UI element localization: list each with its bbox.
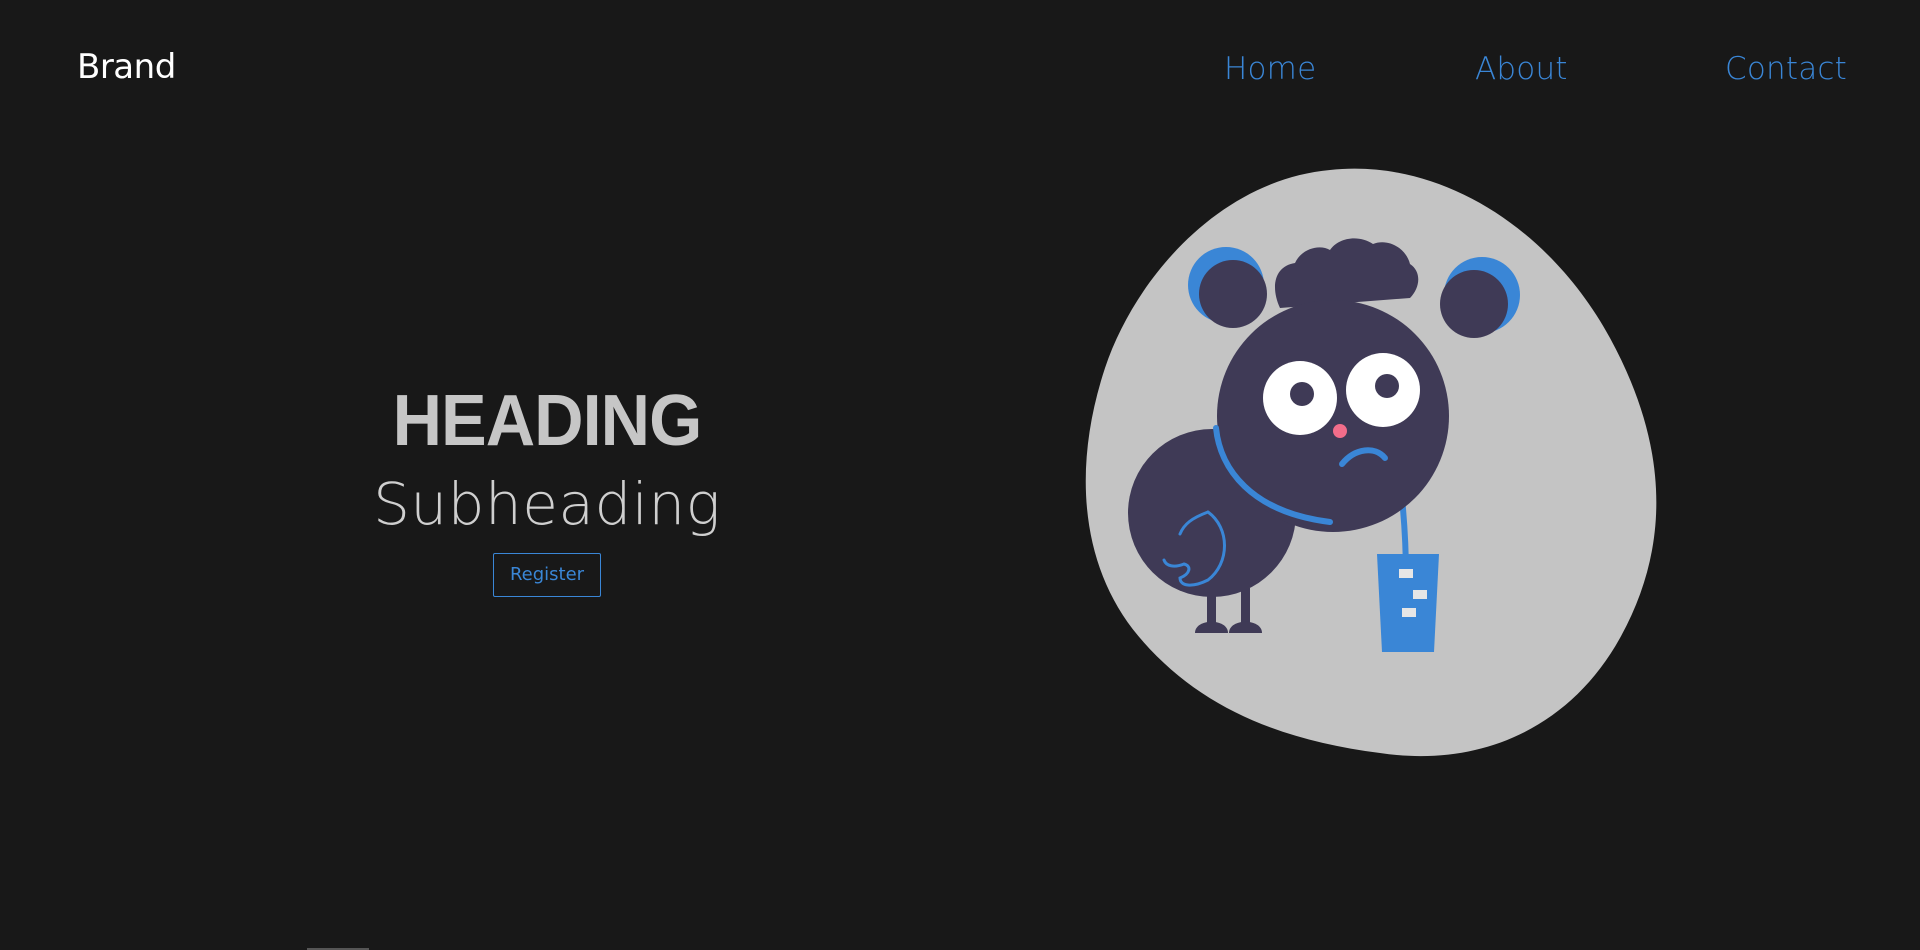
ear-left-inner bbox=[1199, 260, 1267, 328]
hero-text: HEADING Subheading Register bbox=[297, 385, 797, 597]
creature-leg-left bbox=[1207, 588, 1216, 624]
ear-right-inner bbox=[1440, 270, 1508, 338]
cup bbox=[1377, 554, 1439, 652]
nav-link-about[interactable]: About bbox=[1475, 54, 1568, 85]
landing-page: Brand Home About Contact HEADING Subhead… bbox=[0, 0, 1920, 950]
creature-head bbox=[1217, 300, 1449, 532]
hero-subheading: Subheading bbox=[373, 470, 721, 538]
eye-left-pupil bbox=[1290, 382, 1314, 406]
hero-illustration bbox=[1080, 168, 1660, 760]
ice-cube-2 bbox=[1413, 590, 1427, 599]
register-button[interactable]: Register bbox=[493, 553, 601, 597]
ice-cube-1 bbox=[1399, 569, 1413, 578]
creature-drinking-illustration bbox=[1085, 168, 1657, 757]
ice-cube-3 bbox=[1402, 608, 1416, 617]
creature-nose bbox=[1333, 424, 1347, 438]
creature-leg-right bbox=[1241, 588, 1250, 624]
nav-link-home[interactable]: Home bbox=[1224, 54, 1316, 85]
hero-heading: HEADING bbox=[392, 381, 703, 461]
eye-right-pupil bbox=[1375, 374, 1399, 398]
main-nav: Home About Contact bbox=[0, 54, 1920, 94]
nav-link-contact[interactable]: Contact bbox=[1725, 54, 1847, 85]
